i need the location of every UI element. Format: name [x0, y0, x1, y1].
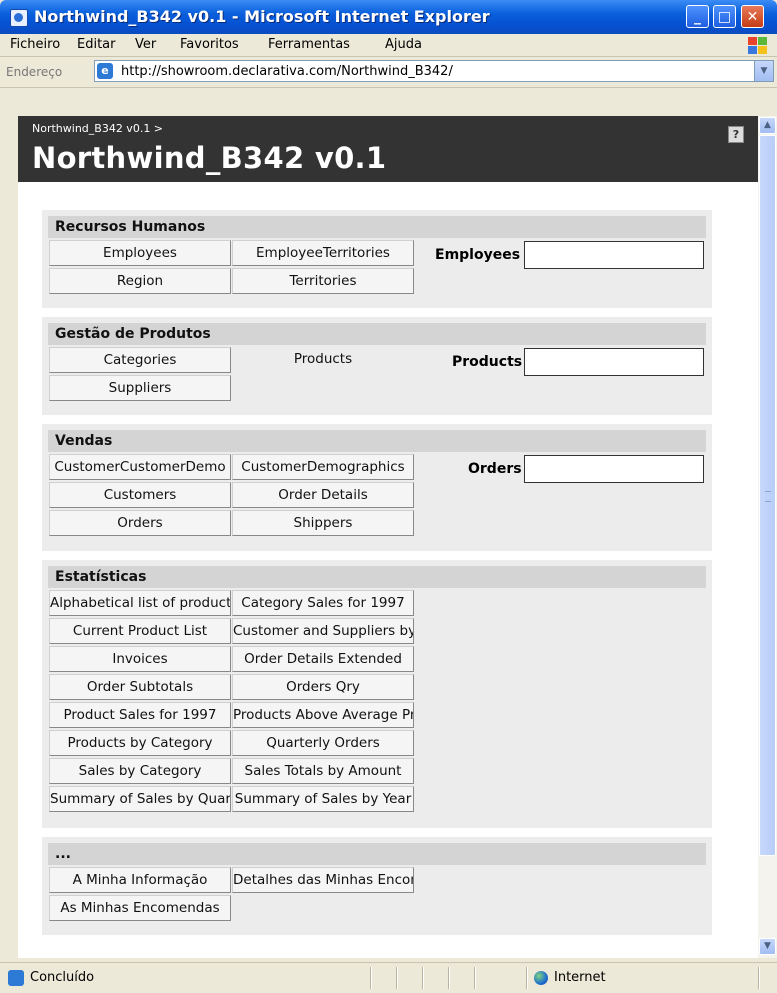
address-label: Endereço	[6, 65, 63, 79]
customerdemographics-button[interactable]: CustomerDemographics	[232, 454, 414, 480]
employeeterritories-button[interactable]: EmployeeTerritories	[232, 240, 414, 266]
quarterly-orders-button[interactable]: Quarterly Orders	[232, 730, 414, 756]
page-status-icon	[8, 970, 24, 986]
order-details-button[interactable]: Order Details	[232, 482, 414, 508]
title-bar[interactable]: Northwind_B342 v0.1 - Microsoft Internet…	[0, 0, 777, 34]
section-vendas: Vendas CustomerCustomerDemo CustomerDemo…	[42, 424, 712, 551]
products-by-category-button[interactable]: Products by Category	[49, 730, 231, 756]
maximize-button[interactable]: □	[713, 5, 736, 28]
customercustomerdemo-button[interactable]: CustomerCustomerDemo	[49, 454, 231, 480]
address-bar: Endereço e http://showroom.declarativa.c…	[0, 57, 777, 88]
sales-by-category-button[interactable]: Sales by Category	[49, 758, 231, 784]
products-search-input[interactable]	[524, 348, 704, 376]
menu-bar: Ficheiro Editar Ver Favoritos Ferramenta…	[0, 34, 777, 57]
shippers-button[interactable]: Shippers	[232, 510, 414, 536]
products-above-average-button[interactable]: Products Above Average Price	[232, 702, 414, 728]
scroll-up-icon[interactable]: ▲	[759, 117, 776, 134]
summary-sales-by-quarter-button[interactable]: Summary of Sales by Quarter	[49, 786, 231, 812]
help-icon[interactable]: ?	[728, 126, 744, 143]
browser-window: Northwind_B342 v0.1 - Microsoft Internet…	[0, 0, 777, 993]
section-heading: Gestão de Produtos	[48, 323, 706, 345]
category-sales-1997-button[interactable]: Category Sales for 1997	[232, 590, 414, 616]
scroll-down-icon[interactable]: ▼	[759, 938, 776, 955]
region-button[interactable]: Region	[49, 268, 231, 294]
page-banner: Northwind_B342 v0.1 > Northwind_B342 v0.…	[18, 116, 758, 182]
ie-app-icon[interactable]	[10, 9, 28, 27]
orders-field-label: Orders	[468, 461, 522, 477]
order-subtotals-button[interactable]: Order Subtotals	[49, 674, 231, 700]
window-title: Northwind_B342 v0.1 - Microsoft Internet…	[34, 7, 490, 26]
a-minha-informacao-button[interactable]: A Minha Informação	[49, 867, 231, 893]
products-button[interactable]: Products	[232, 347, 414, 373]
employees-button[interactable]: Employees	[49, 240, 231, 266]
alphabetical-list-of-products-button[interactable]: Alphabetical list of products	[49, 590, 231, 616]
employees-search-input[interactable]	[524, 241, 704, 269]
page-icon: e	[97, 63, 113, 79]
section-gestao-de-produtos: Gestão de Produtos Categories Products S…	[42, 317, 712, 415]
menu-favoritos[interactable]: Favoritos	[180, 37, 239, 52]
as-minhas-encomendas-button[interactable]: As Minhas Encomendas	[49, 895, 231, 921]
territories-button[interactable]: Territories	[232, 268, 414, 294]
address-url[interactable]: http://showroom.declarativa.com/Northwin…	[121, 64, 453, 79]
menu-ver[interactable]: Ver	[135, 37, 156, 52]
menu-ajuda[interactable]: Ajuda	[385, 37, 422, 52]
minimize-button[interactable]: _	[686, 5, 709, 28]
section-estatisticas: Estatísticas Alphabetical list of produc…	[42, 560, 712, 828]
vertical-scrollbar[interactable]: ▲ ▼	[758, 116, 777, 958]
categories-button[interactable]: Categories	[49, 347, 231, 373]
page-title: Northwind_B342 v0.1	[32, 141, 387, 175]
customers-button[interactable]: Customers	[49, 482, 231, 508]
current-product-list-button[interactable]: Current Product List	[49, 618, 231, 644]
menu-ficheiro[interactable]: Ficheiro	[10, 37, 60, 52]
status-bar: Concluído Internet	[0, 962, 777, 993]
address-dropdown-icon[interactable]: ▼	[754, 61, 773, 81]
page-content: Northwind_B342 v0.1 > Northwind_B342 v0.…	[18, 116, 758, 958]
employees-field-label: Employees	[435, 247, 521, 263]
address-field[interactable]: e http://showroom.declarativa.com/Northw…	[94, 60, 774, 82]
invoices-button[interactable]: Invoices	[49, 646, 231, 672]
suppliers-button[interactable]: Suppliers	[49, 375, 231, 401]
orders-search-input[interactable]	[524, 455, 704, 483]
order-details-extended-button[interactable]: Order Details Extended	[232, 646, 414, 672]
section-heading: ...	[48, 843, 706, 865]
orders-qry-button[interactable]: Orders Qry	[232, 674, 414, 700]
breadcrumb[interactable]: Northwind_B342 v0.1 >	[32, 122, 163, 135]
product-sales-1997-button[interactable]: Product Sales for 1997	[49, 702, 231, 728]
summary-sales-by-year-button[interactable]: Summary of Sales by Year	[232, 786, 414, 812]
status-text: Concluído	[30, 970, 95, 985]
section-heading: Vendas	[48, 430, 706, 452]
sales-totals-by-amount-button[interactable]: Sales Totals by Amount	[232, 758, 414, 784]
customer-and-suppliers-button[interactable]: Customer and Suppliers by City	[232, 618, 414, 644]
security-zone: Internet	[554, 970, 606, 985]
orders-button[interactable]: Orders	[49, 510, 231, 536]
scrollbar-thumb[interactable]	[759, 135, 776, 856]
detalhes-minhas-encomendas-button[interactable]: Detalhes das Minhas Encomendas	[232, 867, 414, 893]
internet-globe-icon	[534, 971, 548, 985]
section-heading: Estatísticas	[48, 566, 706, 588]
products-field-label: Products	[452, 354, 523, 370]
section-heading: Recursos Humanos	[48, 216, 706, 238]
section-recursos-humanos: Recursos Humanos Employees EmployeeTerri…	[42, 210, 712, 308]
windows-logo-icon	[747, 36, 767, 54]
close-button[interactable]: ✕	[741, 5, 764, 28]
section-user: ... A Minha Informação Detalhes das Minh…	[42, 837, 712, 935]
menu-ferramentas[interactable]: Ferramentas	[268, 37, 350, 52]
menu-editar[interactable]: Editar	[77, 37, 116, 52]
